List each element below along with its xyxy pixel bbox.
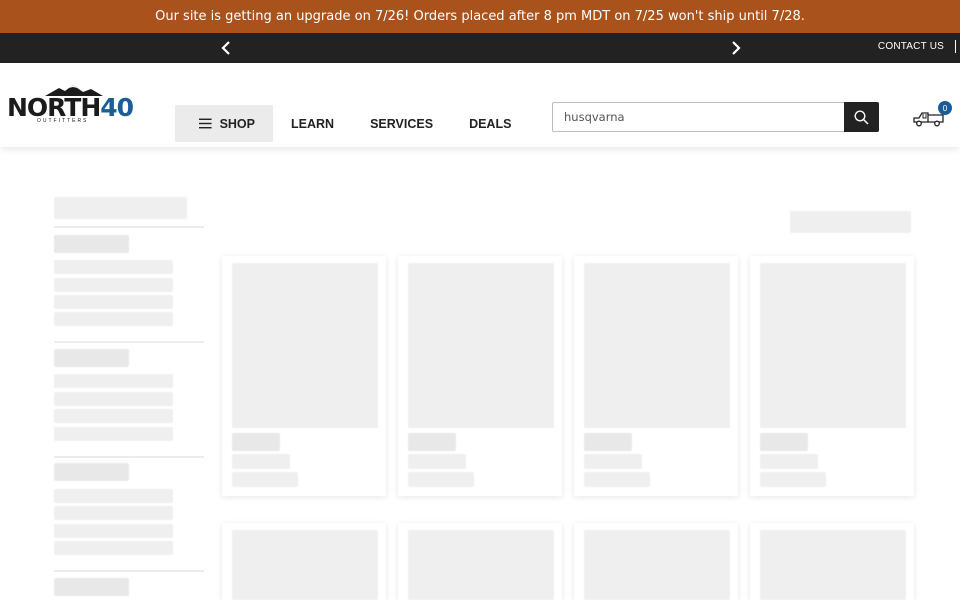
filter-heading-placeholder <box>54 463 129 481</box>
search-icon <box>854 109 869 125</box>
product-title-placeholder <box>760 454 818 469</box>
filter-heading-placeholder <box>54 349 129 367</box>
sidebar-divider <box>54 226 204 228</box>
product-card-skeleton <box>750 256 914 496</box>
product-title-placeholder <box>584 454 642 469</box>
utility-divider <box>955 40 956 53</box>
product-image-placeholder <box>232 530 378 600</box>
product-image-placeholder <box>232 263 378 428</box>
nav-services-label: SERVICES <box>370 116 434 131</box>
product-image-placeholder <box>760 263 906 428</box>
product-brand-placeholder <box>408 433 456 451</box>
filter-heading-placeholder <box>54 578 129 596</box>
product-price-placeholder <box>232 472 298 487</box>
product-brand-placeholder <box>584 433 632 451</box>
product-card-skeleton <box>222 256 386 496</box>
product-image-placeholder <box>584 263 730 428</box>
cart-count-badge: 0 <box>938 101 952 115</box>
product-title-placeholder <box>408 454 466 469</box>
filter-option-placeholder <box>54 374 173 388</box>
product-card-skeleton <box>574 256 738 496</box>
sidebar-divider <box>54 570 204 572</box>
nav-shop[interactable]: SHOP <box>175 105 273 142</box>
nav-learn-label: LEARN <box>291 116 335 131</box>
product-price-placeholder <box>760 472 826 487</box>
product-image-placeholder <box>584 530 730 600</box>
product-image-placeholder <box>408 263 554 428</box>
product-image-placeholder <box>760 530 906 600</box>
nav-deals[interactable]: DEALS <box>451 105 529 142</box>
filter-option-placeholder <box>54 409 173 423</box>
promo-banner: Our site is getting an upgrade on 7/26! … <box>0 0 960 33</box>
filter-option-placeholder <box>54 260 173 274</box>
product-card-skeleton <box>750 523 914 600</box>
logo-tagline: OUTFITTERS <box>37 118 89 124</box>
utility-bar: CONTACT US <box>0 33 960 63</box>
product-brand-placeholder <box>232 433 280 451</box>
product-image-placeholder <box>408 530 554 600</box>
promo-message: Our site is getting an upgrade on 7/26! … <box>155 9 805 24</box>
filter-option-placeholder <box>54 312 173 326</box>
filter-option-placeholder <box>54 541 173 555</box>
search-input[interactable] <box>553 103 845 131</box>
product-card-skeleton <box>222 523 386 600</box>
sidebar-title-placeholder <box>54 197 187 219</box>
product-price-placeholder <box>408 472 474 487</box>
chevron-left-icon <box>221 41 230 55</box>
site-header: NORTH40 OUTFITTERS SHOP LEARN SERVICES D… <box>0 63 960 147</box>
nav-shop-label: SHOP <box>219 116 255 131</box>
sidebar-divider <box>54 456 204 458</box>
filter-option-placeholder <box>54 489 173 503</box>
filter-option-placeholder <box>54 524 173 538</box>
product-title-placeholder <box>232 454 290 469</box>
contact-us-link[interactable]: CONTACT US <box>878 41 944 52</box>
search-button[interactable] <box>844 102 879 132</box>
filter-option-placeholder <box>54 278 173 292</box>
filter-heading-placeholder <box>54 235 129 253</box>
search-box <box>552 102 879 132</box>
carousel-prev-button[interactable] <box>216 38 236 58</box>
main-nav: SHOP LEARN SERVICES DEALS <box>175 105 529 142</box>
site-logo[interactable]: NORTH40 OUTFITTERS <box>7 83 142 127</box>
filter-option-placeholder <box>54 427 173 441</box>
product-card-skeleton <box>398 256 562 496</box>
carousel-next-button[interactable] <box>726 38 746 58</box>
nav-services[interactable]: SERVICES <box>352 105 451 142</box>
cart-button[interactable]: 0 <box>913 101 953 131</box>
product-brand-placeholder <box>760 433 808 451</box>
filter-option-placeholder <box>54 295 173 309</box>
product-card-skeleton <box>398 523 562 600</box>
product-card-skeleton <box>574 523 738 600</box>
logo-number: 40 <box>100 93 134 122</box>
sort-dropdown-placeholder <box>790 211 911 233</box>
nav-learn[interactable]: LEARN <box>273 105 352 142</box>
filter-option-placeholder <box>54 506 173 520</box>
filter-option-placeholder <box>54 392 173 406</box>
chevron-right-icon <box>732 41 741 55</box>
product-price-placeholder <box>584 472 650 487</box>
menu-icon <box>199 118 212 129</box>
nav-deals-label: DEALS <box>469 116 512 131</box>
sidebar-divider <box>54 341 204 343</box>
